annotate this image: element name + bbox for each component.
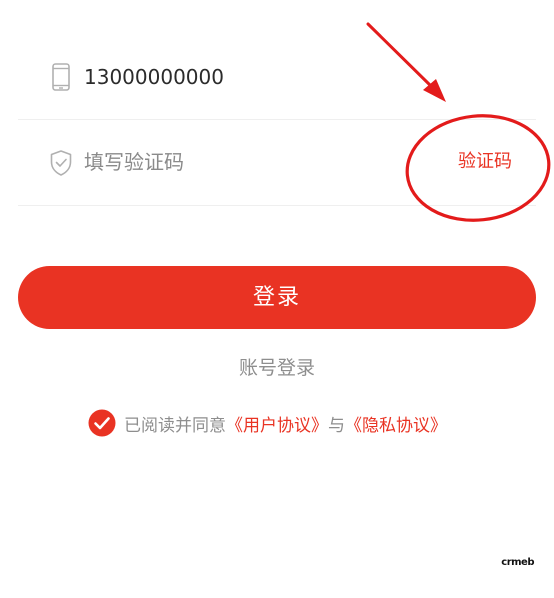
account-login-link[interactable]: 账号登录	[0, 354, 554, 382]
login-button[interactable]: 登录	[18, 266, 536, 329]
phone-number-input[interactable]: 13000000000	[84, 63, 224, 91]
watermark-logo: crmeb	[501, 557, 534, 568]
get-verification-code-button[interactable]: 验证码	[458, 150, 512, 174]
shield-check-icon	[50, 150, 72, 176]
agreement-row: 已阅读并同意 《用户协议》 与 《隐私协议》	[88, 408, 447, 438]
mobile-phone-icon	[52, 63, 70, 91]
verification-code-row: 验证码	[18, 120, 536, 206]
agreement-conjunction: 与	[328, 415, 345, 436]
checkmark-circle-icon[interactable]	[88, 409, 116, 437]
privacy-policy-link[interactable]: 《隐私协议》	[345, 411, 447, 436]
phone-row: 13000000000	[18, 36, 536, 120]
login-page: 13000000000 验证码 登录 账号登录 已阅读并同意 《用户协议》 与 …	[0, 0, 554, 598]
user-agreement-link[interactable]: 《用户协议》	[226, 411, 328, 436]
agreement-prefix: 已阅读并同意	[124, 415, 226, 436]
verification-code-input[interactable]	[84, 147, 384, 177]
